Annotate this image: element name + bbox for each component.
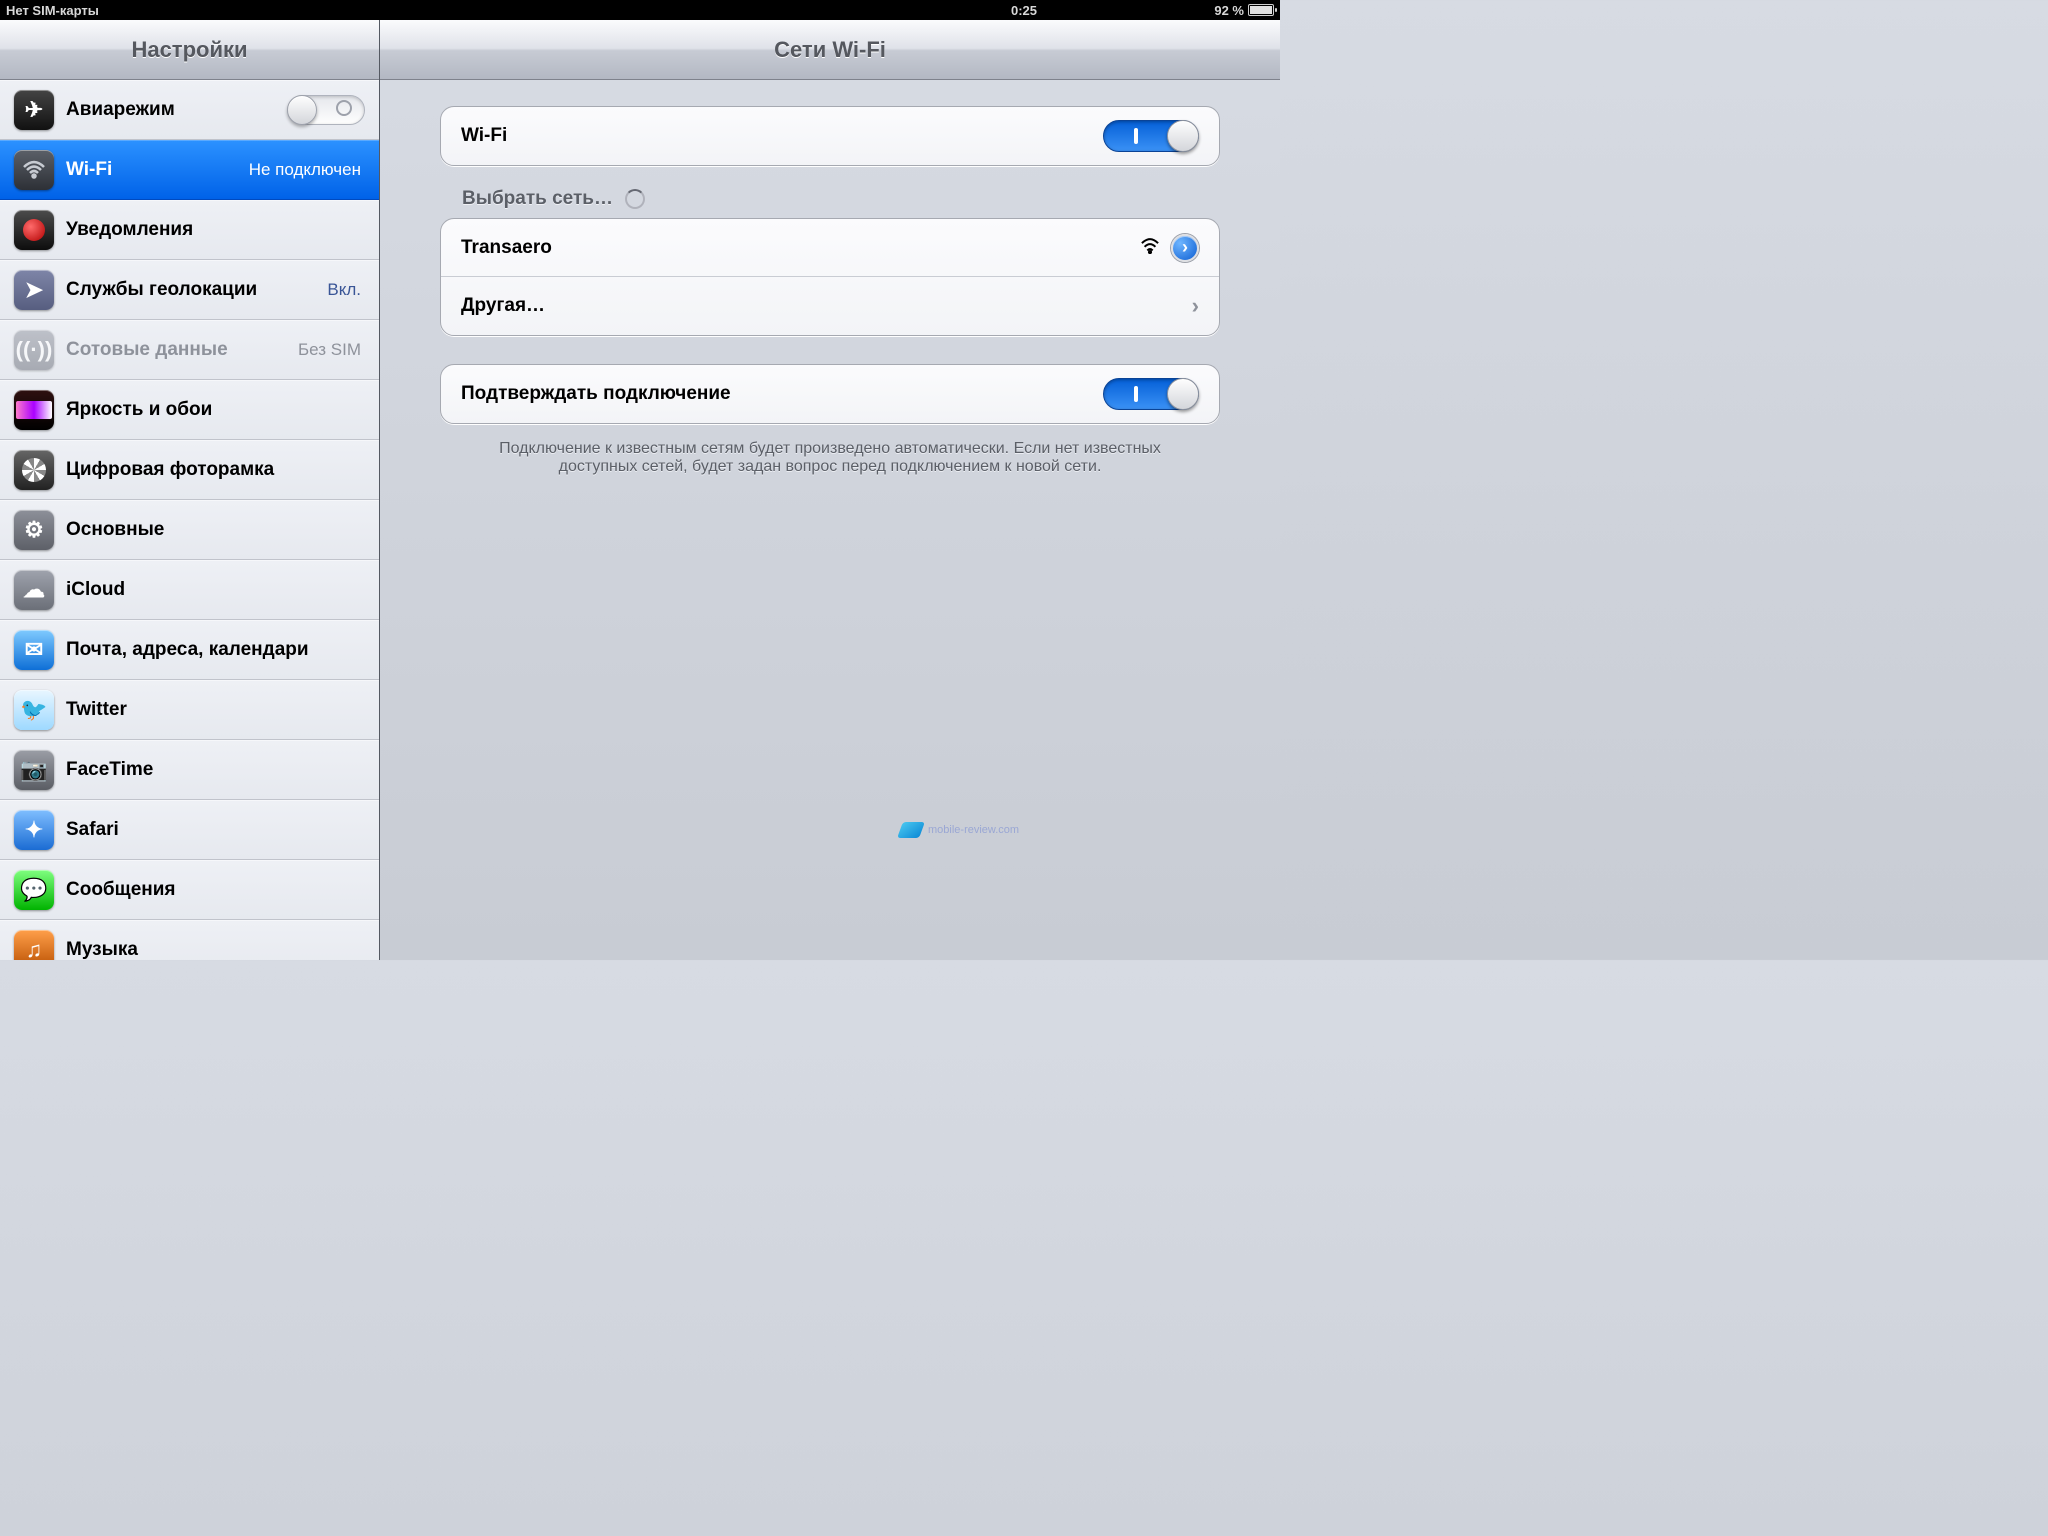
wifi-switch-label: Wi-Fi [461,125,1103,147]
cellular-status: Без SIM [298,340,361,360]
chevron-right-icon: › [1192,293,1199,319]
sidebar-item-label: Цифровая фоторамка [66,459,365,481]
detail-pane: Сети Wi-Fi Wi-Fi Выбрать сеть… Transaero [380,20,1280,960]
watermark: mobile-review.com [900,822,1019,838]
cellular-icon: ((·)) [14,330,54,370]
sidebar-item-pictureframe[interactable]: Цифровая фоторамка [0,440,379,500]
brightness-icon [14,390,54,430]
sidebar-item-brightness[interactable]: Яркость и обои [0,380,379,440]
sidebar-item-label: Службы геолокации [66,279,315,301]
sidebar-item-icloud[interactable]: ☁ iCloud [0,560,379,620]
battery-status: 92 % [1214,3,1274,18]
sidebar-item-label: Авиарежим [66,99,275,121]
status-bar: Нет SIM-карты 0:25 92 % [0,0,1280,20]
location-icon: ➤ [14,270,54,310]
ask-to-join-row[interactable]: Подтверждать подключение [441,365,1219,423]
ask-to-join-group: Подтверждать подключение [440,364,1220,424]
sidebar-item-twitter[interactable]: 🐦 Twitter [0,680,379,740]
twitter-icon: 🐦 [14,690,54,730]
music-icon: ♫ [14,930,54,960]
sidebar-item-label: Сообщения [66,879,365,901]
ask-to-join-footnote: Подключение к известным сетям будет прои… [470,440,1190,476]
battery-percent: 92 % [1214,3,1244,18]
sidebar-title: Настройки [0,20,379,80]
sidebar-item-safari[interactable]: ✦ Safari [0,800,379,860]
wifi-switch-group: Wi-Fi [440,106,1220,166]
signal-strength-icon [1139,236,1161,260]
sidebar-item-label: Twitter [66,699,365,721]
sidebar-item-label: Safari [66,819,365,841]
sidebar-item-label: Музыка [66,939,365,960]
cloud-icon: ☁ [14,570,54,610]
sidebar-item-music[interactable]: ♫ Музыка [0,920,379,960]
sidebar-item-label: Почта, адреса, календари [66,639,365,661]
choose-network-header: Выбрать сеть… [440,166,1220,218]
wifi-status: Не подключен [249,160,361,180]
sidebar-item-label: iCloud [66,579,365,601]
network-row-transaero[interactable]: Transaero › [441,219,1219,277]
sidebar-item-label: Яркость и обои [66,399,365,421]
sidebar-item-airplane[interactable]: ✈ Авиарежим [0,80,379,140]
detail-title: Сети Wi-Fi [380,20,1280,80]
sidebar-item-location[interactable]: ➤ Службы геолокации Вкл. [0,260,379,320]
battery-icon [1248,4,1274,16]
location-status: Вкл. [327,280,361,300]
airplane-toggle[interactable] [287,95,365,125]
airplane-icon: ✈ [14,90,54,130]
sidebar-item-wifi[interactable]: Wi-Fi Не подключен [0,140,379,200]
settings-sidebar: Настройки ✈ Авиарежим Wi-Fi Не подключен… [0,20,380,960]
sidebar-item-cellular: ((·)) Сотовые данные Без SIM [0,320,379,380]
sidebar-item-mail[interactable]: ✉ Почта, адреса, календари [0,620,379,680]
wifi-icon [14,150,54,190]
ask-to-join-label: Подтверждать подключение [461,383,1103,405]
picture-frame-icon [14,450,54,490]
mail-icon: ✉ [14,630,54,670]
sidebar-item-label: FaceTime [66,759,365,781]
network-details-button[interactable]: › [1171,234,1199,262]
watermark-icon [897,822,925,838]
network-list-group: Transaero › Другая… › [440,218,1220,336]
spinner-icon [625,189,645,209]
watermark-text: mobile-review.com [928,824,1019,836]
notifications-icon [14,210,54,250]
sidebar-item-messages[interactable]: 💬 Сообщения [0,860,379,920]
sim-status: Нет SIM-карты [6,3,99,18]
wifi-switch-row[interactable]: Wi-Fi [441,107,1219,165]
messages-icon: 💬 [14,870,54,910]
network-name: Transaero [461,237,1139,259]
sidebar-item-label: Основные [66,519,365,541]
network-row-other[interactable]: Другая… › [441,277,1219,335]
ask-to-join-toggle[interactable] [1103,378,1199,410]
safari-icon: ✦ [14,810,54,850]
sidebar-item-label: Wi-Fi [66,159,237,181]
sidebar-item-general[interactable]: ⚙ Основные [0,500,379,560]
wifi-toggle[interactable] [1103,120,1199,152]
sidebar-item-label: Уведомления [66,219,365,241]
sidebar-item-notifications[interactable]: Уведомления [0,200,379,260]
choose-network-label: Выбрать сеть… [462,188,613,210]
facetime-icon: 📷 [14,750,54,790]
sidebar-item-facetime[interactable]: 📷 FaceTime [0,740,379,800]
sidebar-item-label: Сотовые данные [66,339,286,361]
clock: 0:25 [1011,3,1037,18]
gear-icon: ⚙ [14,510,54,550]
other-network-label: Другая… [461,295,1188,317]
